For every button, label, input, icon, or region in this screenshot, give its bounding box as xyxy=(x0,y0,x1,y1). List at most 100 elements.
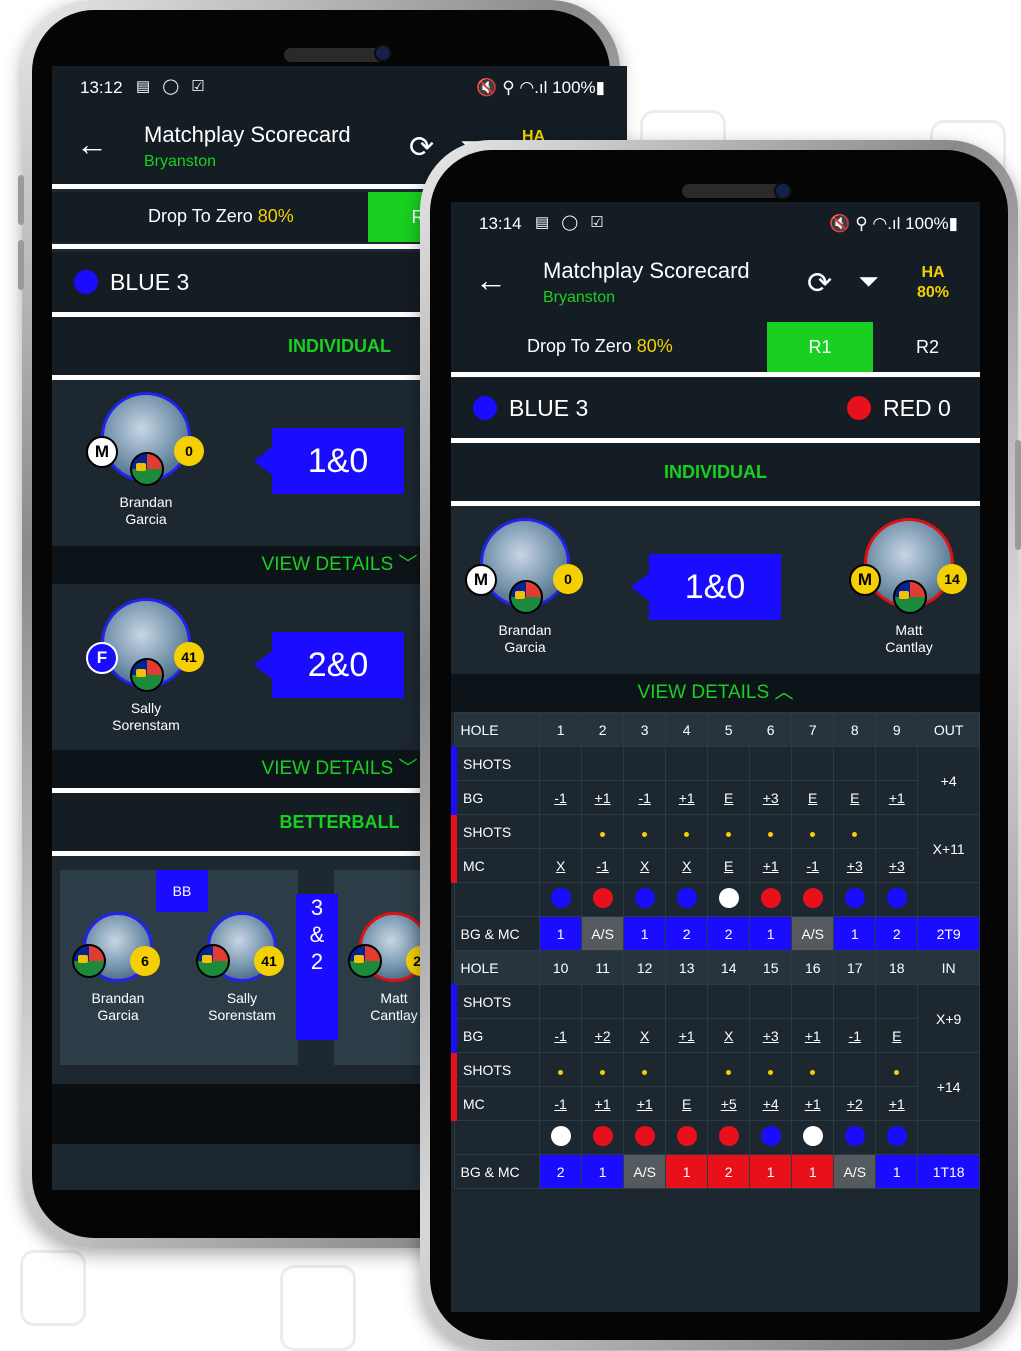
empty-cell xyxy=(917,882,980,917)
score-value: X xyxy=(724,1027,734,1044)
view-details-toggle[interactable]: VIEW DETAILS ︿ xyxy=(451,674,980,712)
shot-cell xyxy=(791,1052,835,1087)
score-cell: +3 xyxy=(749,1018,793,1053)
shots-label: SHOTS xyxy=(451,746,541,781)
filter-icon[interactable]: ⏷ xyxy=(858,266,879,298)
status-cell: 2 xyxy=(875,916,919,951)
status-cell: 1 xyxy=(875,1154,919,1189)
score-value: E xyxy=(724,789,734,806)
team-score-row: BLUE 3 RED 0 xyxy=(451,378,980,438)
score-value: +1 xyxy=(888,789,905,806)
page-title: Matchplay Scorecard xyxy=(144,122,351,147)
shots-label: SHOTS xyxy=(451,984,541,1019)
winner-cell xyxy=(539,1120,583,1155)
score-value: +1 xyxy=(678,1027,695,1044)
hole-winner-dot-icon xyxy=(676,1126,697,1146)
hole-number: 14 xyxy=(707,950,751,985)
hole-number: 7 xyxy=(791,712,835,747)
score-value: +5 xyxy=(720,1095,737,1112)
score-cell: +1 xyxy=(791,1018,835,1053)
status-total: 1T18 xyxy=(917,1154,980,1189)
tab-r2[interactable]: R2 xyxy=(875,322,980,372)
shot-cell xyxy=(833,814,877,849)
shot-cell xyxy=(791,746,835,781)
handicap-badge: 0 xyxy=(553,564,583,594)
score-value: E xyxy=(724,857,734,874)
south-africa-flag-icon xyxy=(509,580,543,614)
status-cell: 1 xyxy=(749,1154,793,1189)
hole-number: 11 xyxy=(581,950,625,985)
hole-number: IN xyxy=(917,950,980,985)
shot-dot-icon xyxy=(600,831,606,837)
status-bar: 13:14 ▤ ◯ ☑ 🔇 ⚲ ◠.ıl 100%▮ xyxy=(451,202,980,244)
shot-dot-icon xyxy=(810,831,816,837)
back-arrow-icon[interactable]: ← xyxy=(475,262,507,299)
winner-cell xyxy=(707,1120,751,1155)
blue-team-dot xyxy=(473,396,497,420)
score-cell: X xyxy=(539,848,583,883)
refresh-icon[interactable]: ⟳ xyxy=(409,130,434,165)
shot-dot-icon xyxy=(684,831,690,837)
mc-shots-row: SHOTS X+11 xyxy=(451,814,980,883)
handicap-badge: 41 xyxy=(254,946,284,976)
shot-cell xyxy=(623,1052,667,1087)
section-individual: INDIVIDUAL xyxy=(451,443,980,501)
player-name: Sally Sorenstam xyxy=(112,700,180,733)
score-cell: +1 xyxy=(581,780,625,815)
shot-dot-icon xyxy=(852,831,858,837)
player-name: Sally Sorenstam xyxy=(208,990,276,1023)
shot-cell xyxy=(749,746,793,781)
score-value: -1 xyxy=(596,857,609,874)
player-matt-cantlay: M 14 Matt Cantlay xyxy=(849,518,969,656)
status-cell: A/S xyxy=(791,916,835,951)
score-cell: +1 xyxy=(623,1086,667,1121)
shot-cell xyxy=(833,984,877,1019)
score-cell: E xyxy=(875,1018,919,1053)
score-value: +1 xyxy=(594,1095,611,1112)
shot-dot-icon xyxy=(768,831,774,837)
speaker-notch xyxy=(682,184,782,198)
score-cell: +1 xyxy=(749,848,793,883)
shot-cell xyxy=(623,746,667,781)
background-doodle xyxy=(20,1250,86,1326)
tab-r1[interactable]: R1 xyxy=(767,322,873,372)
bg-score-row: BG -1 +2 X +1 X +3 +1 -1 E xyxy=(451,1018,980,1053)
shot-cell xyxy=(875,1052,919,1087)
shots-label: SHOTS xyxy=(451,1052,541,1087)
gender-badge: M xyxy=(465,564,497,596)
hole-number: 12 xyxy=(623,950,667,985)
shot-cell xyxy=(791,814,835,849)
status-right: 🔇 ⚲ ◠.ıl 100%▮ xyxy=(476,78,605,97)
match-score: 1&0 xyxy=(631,554,781,620)
shot-dot-icon xyxy=(642,1069,648,1075)
refresh-icon[interactable]: ⟳ xyxy=(807,266,832,301)
hole-header-row: HOLE 10 11 12 13 14 15 16 17 18 IN xyxy=(453,950,980,985)
score-cell: -1 xyxy=(581,848,625,883)
status-cell: 1 xyxy=(833,916,877,951)
betterball-tag: BB xyxy=(156,870,208,912)
score-cell: E xyxy=(665,1086,709,1121)
betterball-score: 3 & 2 xyxy=(296,894,338,1040)
bb-player-2: 41 Sally Sorenstam xyxy=(182,912,302,1024)
background-doodle xyxy=(280,1265,356,1351)
back-arrow-icon[interactable]: ← xyxy=(76,126,108,163)
score-cell: X xyxy=(707,1018,751,1053)
player-brandan-garcia: M 0 Brandan Garcia xyxy=(465,518,585,656)
hole-number: 8 xyxy=(833,712,877,747)
round-tabs: Drop To Zero 80% R1 R2 xyxy=(451,322,980,372)
score-value: -1 xyxy=(554,789,567,806)
divider xyxy=(451,372,980,377)
shot-dot-icon xyxy=(768,1069,774,1075)
south-africa-flag-icon xyxy=(348,944,382,978)
status-cell: A/S xyxy=(581,916,625,951)
score-value: -1 xyxy=(554,1027,567,1044)
south-africa-flag-icon xyxy=(130,658,164,692)
red-team-score: RED 0 xyxy=(883,395,951,421)
hole-number: 5 xyxy=(707,712,751,747)
player-brandan-garcia: M 0 Brandan Garcia xyxy=(86,392,206,528)
score-value: X xyxy=(640,857,650,874)
winner-cell xyxy=(875,882,919,917)
score-cell: E xyxy=(791,780,835,815)
hole-winner-dot-icon xyxy=(634,888,655,908)
player-initials-label: MC xyxy=(451,848,541,883)
